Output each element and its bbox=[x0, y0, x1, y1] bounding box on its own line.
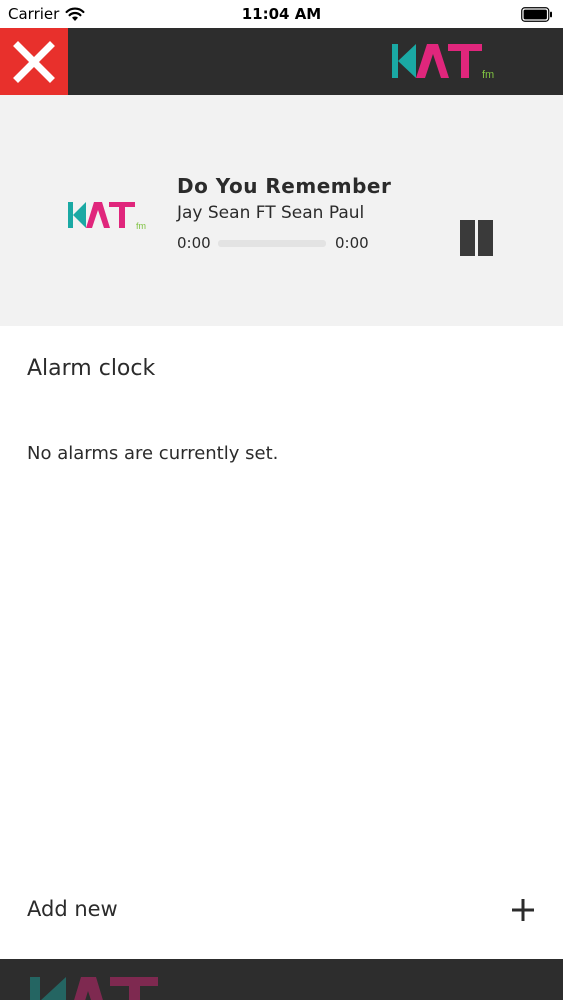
empty-state-message: No alarms are currently set. bbox=[27, 443, 279, 464]
track-artist: Jay Sean FT Sean Paul bbox=[177, 203, 365, 223]
pause-button[interactable] bbox=[456, 218, 496, 258]
kat-fm-logo: fm bbox=[392, 44, 494, 81]
add-new-label: Add new bbox=[27, 897, 118, 921]
close-button[interactable] bbox=[0, 28, 68, 95]
time-elapsed: 0:00 bbox=[177, 234, 211, 252]
section-title: Alarm clock bbox=[27, 356, 156, 381]
station-logo: fm bbox=[68, 202, 146, 231]
add-new-alarm-row[interactable]: Add new bbox=[0, 880, 563, 940]
status-time: 11:04 AM bbox=[241, 5, 322, 23]
track-title: Do You Remember bbox=[177, 174, 392, 198]
battery-icon bbox=[521, 7, 552, 22]
station-logo-suffix: fm bbox=[136, 221, 146, 231]
now-playing-panel: fm Do You Remember Jay Sean FT Sean Paul… bbox=[0, 95, 563, 326]
close-icon bbox=[13, 40, 55, 83]
bottom-logo bbox=[30, 977, 158, 1000]
pause-icon-bar bbox=[478, 220, 493, 256]
plus-icon[interactable] bbox=[510, 897, 536, 923]
logo-suffix: fm bbox=[482, 69, 494, 81]
progress-bar[interactable] bbox=[218, 240, 326, 247]
pause-icon bbox=[460, 220, 475, 256]
top-nav-bar: fm bbox=[0, 28, 563, 95]
bottom-bar bbox=[0, 959, 563, 1000]
time-total: 0:00 bbox=[335, 234, 369, 252]
status-bar: Carrier 11:04 AM bbox=[0, 0, 563, 28]
